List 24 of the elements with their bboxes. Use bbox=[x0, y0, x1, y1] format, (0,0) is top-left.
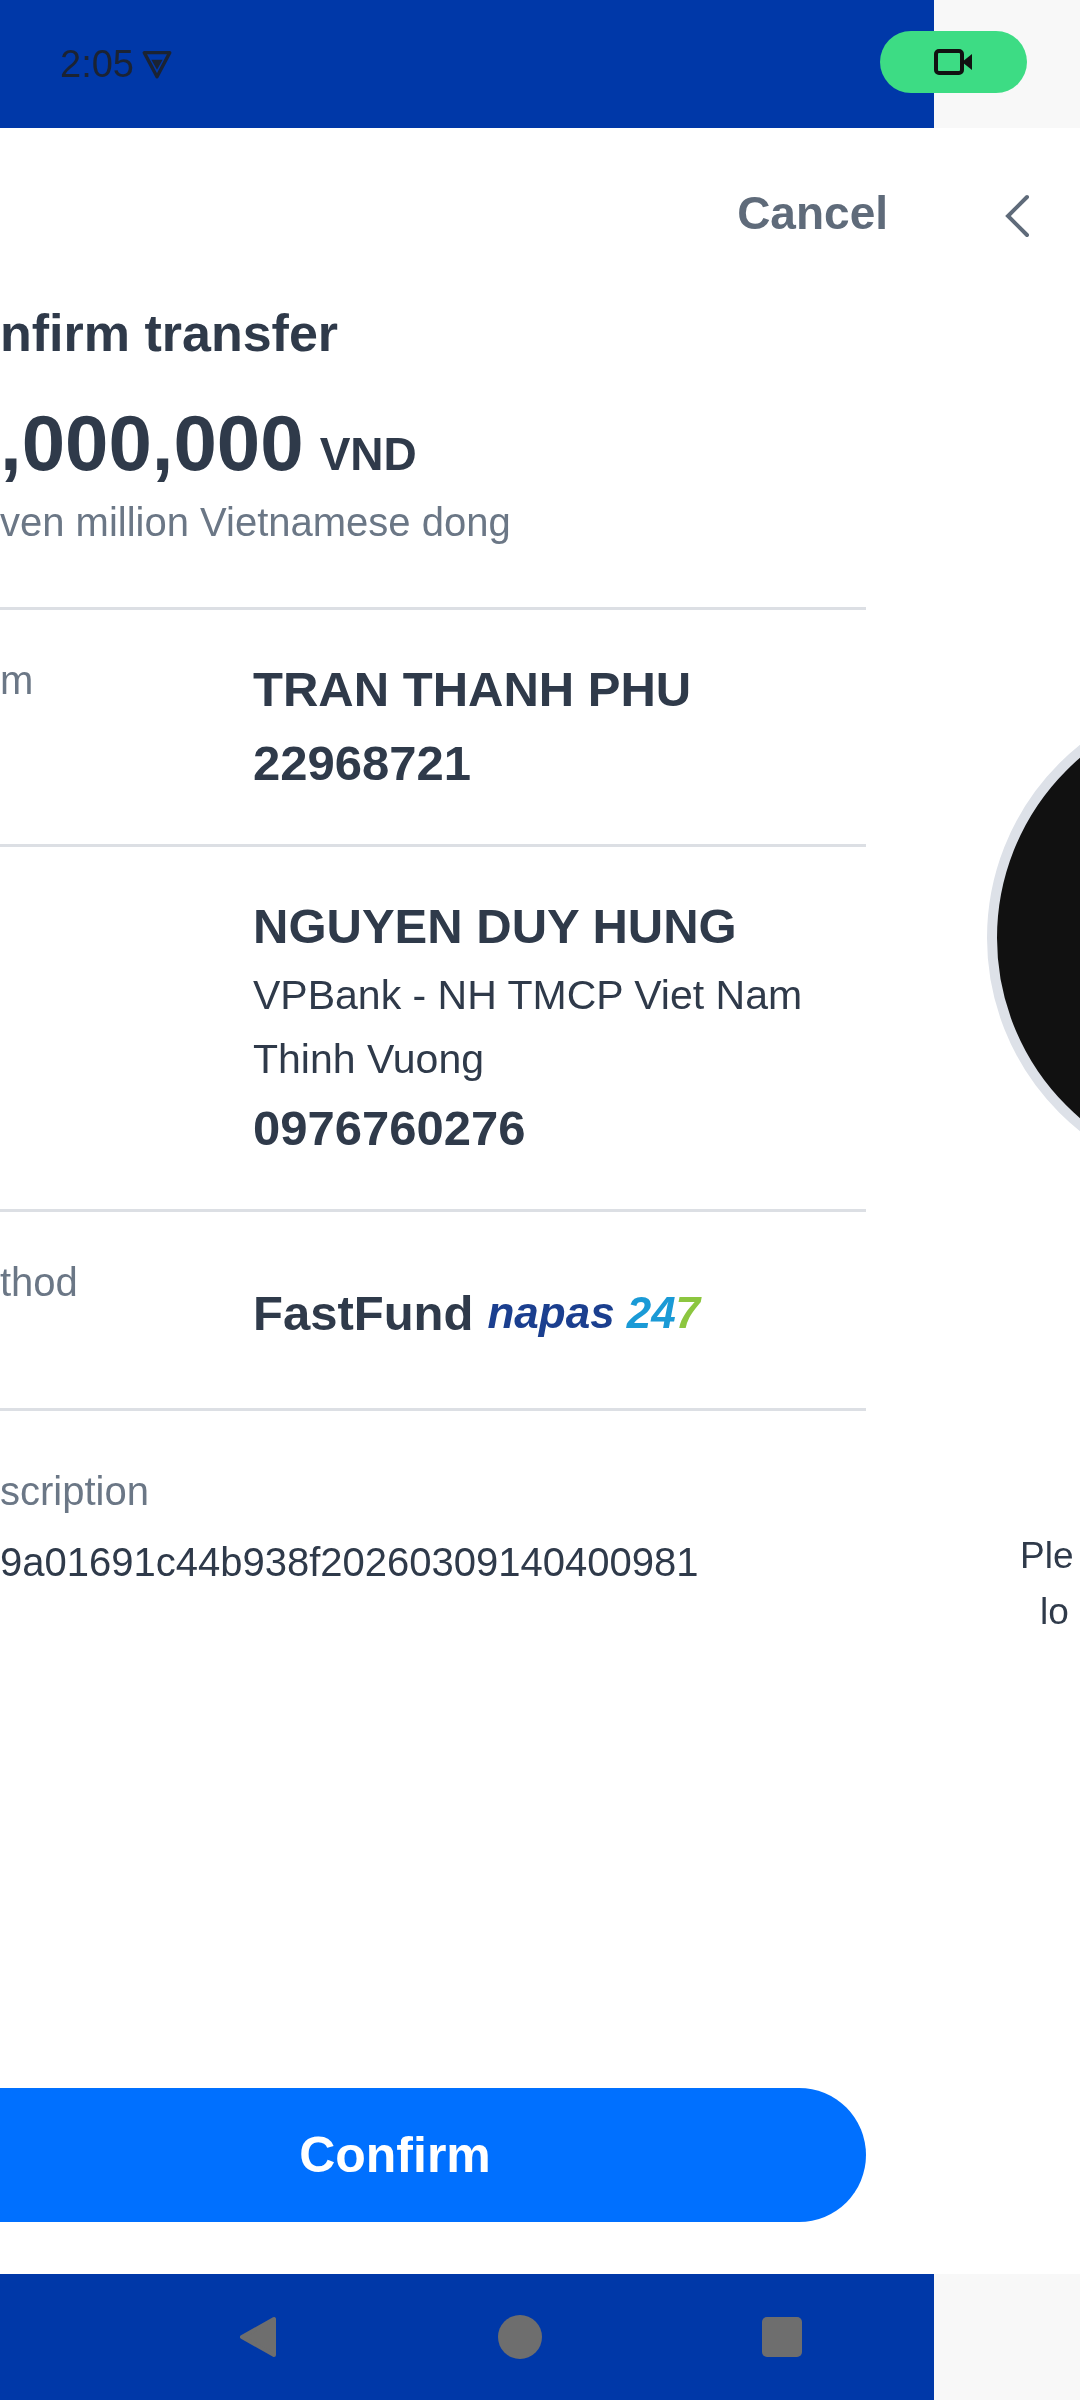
field-value: NGUYEN DUY HUNG bbox=[253, 898, 738, 955]
napas-logo: napas 247 bbox=[487, 1288, 701, 1338]
field-label: m bbox=[0, 658, 34, 702]
field-label: scription bbox=[0, 1468, 150, 1515]
field-value: VPBank - NH TMCP Viet Nam Thinh Vuong bbox=[253, 971, 804, 1084]
field-value: 22968721 bbox=[253, 735, 472, 792]
field-value: 9a01691c44b938f20260309140400981 bbox=[0, 1539, 700, 1586]
currency: VND bbox=[319, 427, 417, 481]
clock: 2:05 bbox=[60, 42, 134, 86]
recents-icon[interactable] bbox=[762, 2317, 802, 2357]
prompt-text: lo bbox=[1039, 1590, 1069, 1634]
field-value: 0976760276 bbox=[253, 1100, 527, 1157]
home-icon[interactable] bbox=[498, 2315, 542, 2359]
title: nfirm transfer bbox=[0, 303, 340, 364]
amount: ,000,000 bbox=[0, 398, 304, 488]
field-value: TRAN THANH PHU bbox=[253, 661, 693, 718]
confirm-button[interactable]: Confirm bbox=[0, 2088, 866, 2222]
amount-in-words: ven million Vietnamese dong bbox=[0, 499, 512, 546]
prompt-text: Ple bbox=[1020, 1534, 1074, 1578]
field-value: FastFund bbox=[253, 1285, 474, 1342]
video-camera-icon bbox=[933, 47, 974, 77]
back-icon[interactable] bbox=[1004, 194, 1030, 238]
cancel-button[interactable]: Cancel bbox=[737, 186, 888, 240]
field-label: thod bbox=[0, 1260, 78, 1304]
